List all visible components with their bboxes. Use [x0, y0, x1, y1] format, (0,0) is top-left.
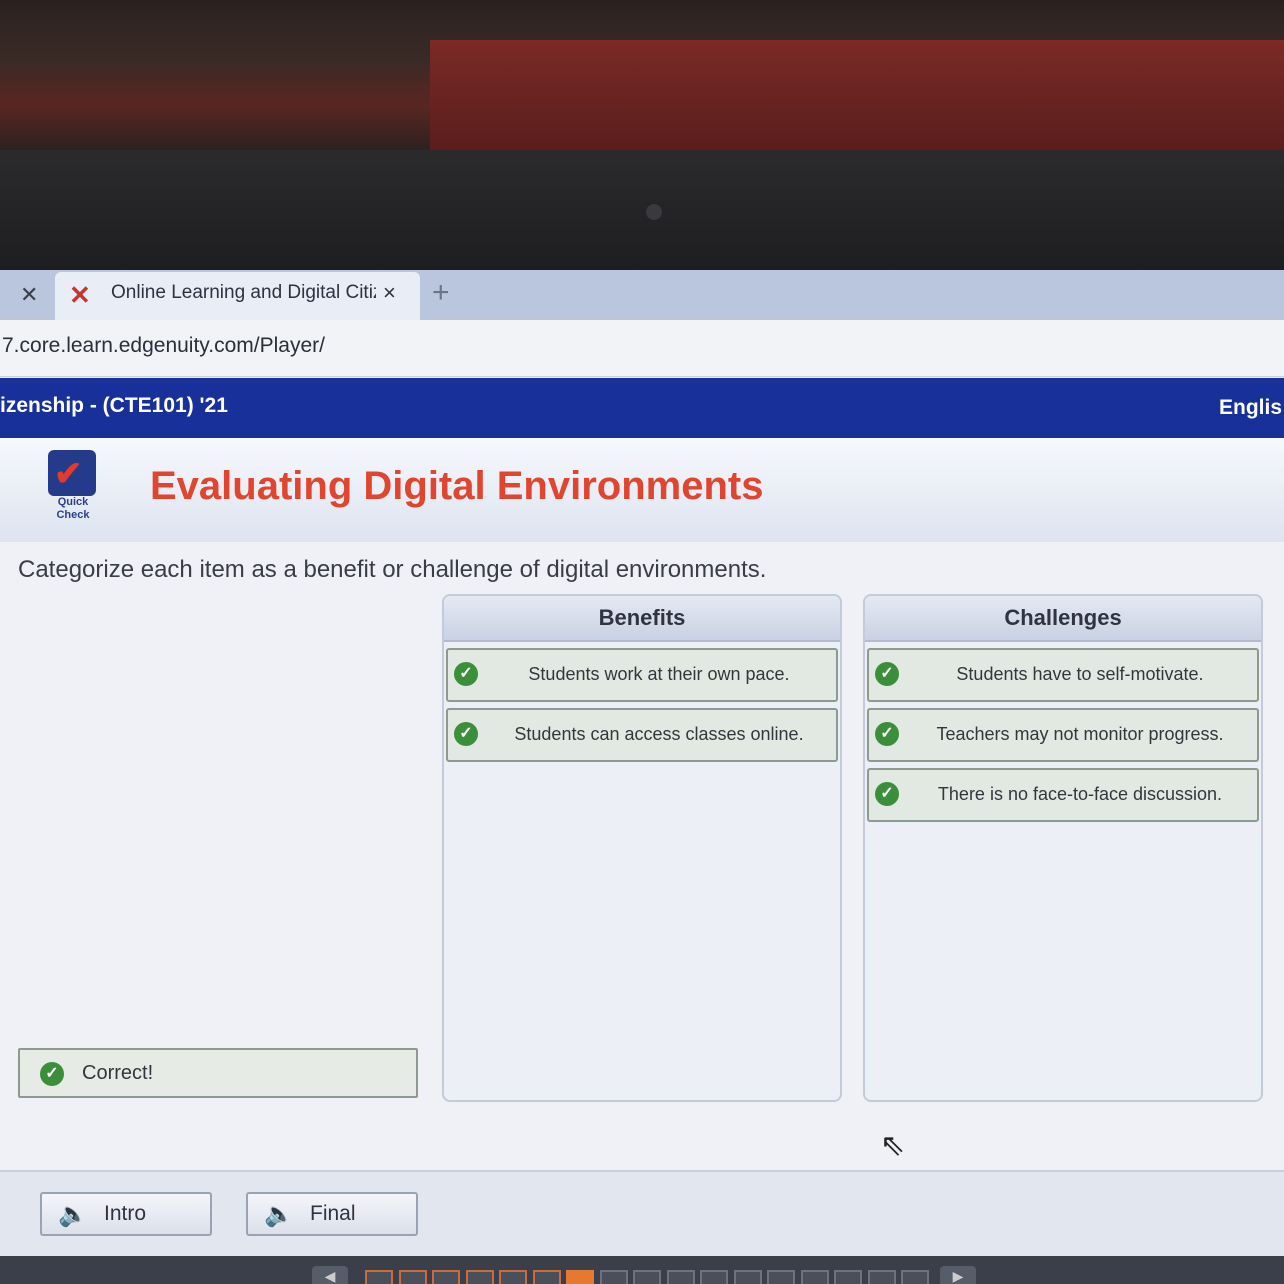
- check-circle-icon: ✓: [875, 662, 899, 686]
- page-dot[interactable]: [432, 1270, 460, 1284]
- checkmark-icon: ✔: [54, 455, 83, 493]
- page-dot[interactable]: [532, 1270, 561, 1284]
- tab-title: Online Learning and Digital Citiz: [111, 282, 376, 303]
- drag-item[interactable]: ✓ Teachers may not monitor progress.: [867, 708, 1259, 762]
- monitor-bezel: [0, 150, 1284, 270]
- check-circle-icon: ✓: [454, 662, 478, 686]
- next-page-button[interactable]: ▶: [940, 1266, 976, 1284]
- lesson-title: Evaluating Digital Environments: [150, 464, 764, 508]
- check-circle-icon: ✓: [40, 1062, 64, 1086]
- quick-check-badge: ✔: [48, 450, 96, 496]
- page-dot[interactable]: [834, 1270, 862, 1284]
- final-label: Final: [310, 1202, 356, 1225]
- page-dot[interactable]: [499, 1270, 527, 1284]
- benefits-column[interactable]: Benefits ✓ Students work at their own pa…: [442, 594, 842, 1102]
- page-dot[interactable]: [800, 1270, 829, 1284]
- column-heading: Challenges: [865, 596, 1261, 642]
- check-circle-icon: ✓: [454, 722, 478, 746]
- item-label: Students have to self-motivate.: [956, 664, 1204, 684]
- page-dot[interactable]: [901, 1270, 929, 1284]
- drag-item[interactable]: ✓ Students can access classes online.: [446, 708, 838, 762]
- page-dot[interactable]: [867, 1270, 896, 1284]
- speaker-icon: 🔈: [264, 1201, 294, 1228]
- page-dot[interactable]: [700, 1270, 728, 1284]
- drag-item[interactable]: ✓ Students work at their own pace.: [446, 648, 838, 702]
- feedback-text: Correct!: [82, 1062, 154, 1084]
- browser-tab[interactable]: ✕ Online Learning and Digital Citiz ×: [55, 272, 420, 320]
- page-dot[interactable]: [733, 1270, 762, 1284]
- item-label: Students work at their own pace.: [528, 664, 790, 684]
- tab-bar: ✕ ✕ Online Learning and Digital Citiz × …: [0, 270, 1284, 320]
- intro-label: Intro: [104, 1202, 147, 1225]
- badge-label-line2: Check: [56, 509, 90, 521]
- course-header: izenship - (CTE101) '21 Englis: [0, 378, 1284, 438]
- progress-strip: ◀ ▶: [0, 1256, 1284, 1284]
- drag-item[interactable]: ✓ Students have to self-motivate.: [867, 648, 1259, 702]
- new-tab-icon[interactable]: +: [432, 276, 450, 310]
- drag-item[interactable]: ✓ There is no face-to-face discussion.: [867, 768, 1259, 822]
- page-dot[interactable]: [365, 1270, 393, 1284]
- speaker-icon: 🔈: [58, 1201, 88, 1228]
- page-dot[interactable]: [465, 1270, 494, 1284]
- page-dot[interactable]: [767, 1270, 795, 1284]
- previous-page-button[interactable]: ◀: [312, 1266, 348, 1284]
- challenges-column[interactable]: Challenges ✓ Students have to self-motiv…: [863, 594, 1263, 1102]
- edgenuity-x-icon: ✕: [69, 280, 91, 310]
- final-audio-button[interactable]: 🔈 Final: [246, 1192, 418, 1236]
- intro-audio-button[interactable]: 🔈 Intro: [40, 1192, 212, 1236]
- badge-label-line1: Quick: [57, 496, 89, 508]
- instruction-text: Categorize each item as a benefit or cha…: [18, 556, 767, 583]
- mouse-pointer-icon: ⇖: [880, 1129, 906, 1162]
- page-dot[interactable]: [566, 1270, 594, 1284]
- language-selector[interactable]: Englis: [1219, 396, 1282, 420]
- tab-close-icon[interactable]: ×: [383, 280, 396, 306]
- item-label: Teachers may not monitor progress.: [936, 724, 1224, 744]
- column-heading: Benefits: [444, 596, 840, 642]
- check-circle-icon: ✓: [875, 722, 899, 746]
- quick-check-label: Quick Check: [44, 496, 102, 522]
- item-label: There is no face-to-face discussion.: [937, 784, 1223, 804]
- feedback-box: ✓ Correct!: [18, 1048, 418, 1098]
- background-room: [0, 0, 1284, 150]
- url-text[interactable]: 7.core.learn.edgenuity.com/Player/: [2, 334, 325, 358]
- item-label: Students can access classes online.: [514, 724, 804, 744]
- close-icon[interactable]: ✕: [20, 282, 38, 308]
- check-circle-icon: ✓: [875, 782, 899, 806]
- bottom-toolbar: 🔈 Intro 🔈 Final: [0, 1170, 1284, 1258]
- page-dot[interactable]: [666, 1270, 695, 1284]
- activity-area: Categorize each item as a benefit or cha…: [0, 542, 1284, 1170]
- page-dot[interactable]: [633, 1270, 661, 1284]
- lesson-header: ✔ Quick Check Evaluating Digital Environ…: [0, 438, 1284, 542]
- page-dot[interactable]: [599, 1270, 628, 1284]
- background-object: [430, 40, 1284, 150]
- course-title: izenship - (CTE101) '21: [0, 394, 228, 417]
- webcam: [646, 204, 662, 220]
- address-bar[interactable]: 7.core.learn.edgenuity.com/Player/: [0, 320, 1284, 377]
- browser-screen: ✕ ✕ Online Learning and Digital Citiz × …: [0, 270, 1284, 1284]
- page-dot[interactable]: [398, 1270, 427, 1284]
